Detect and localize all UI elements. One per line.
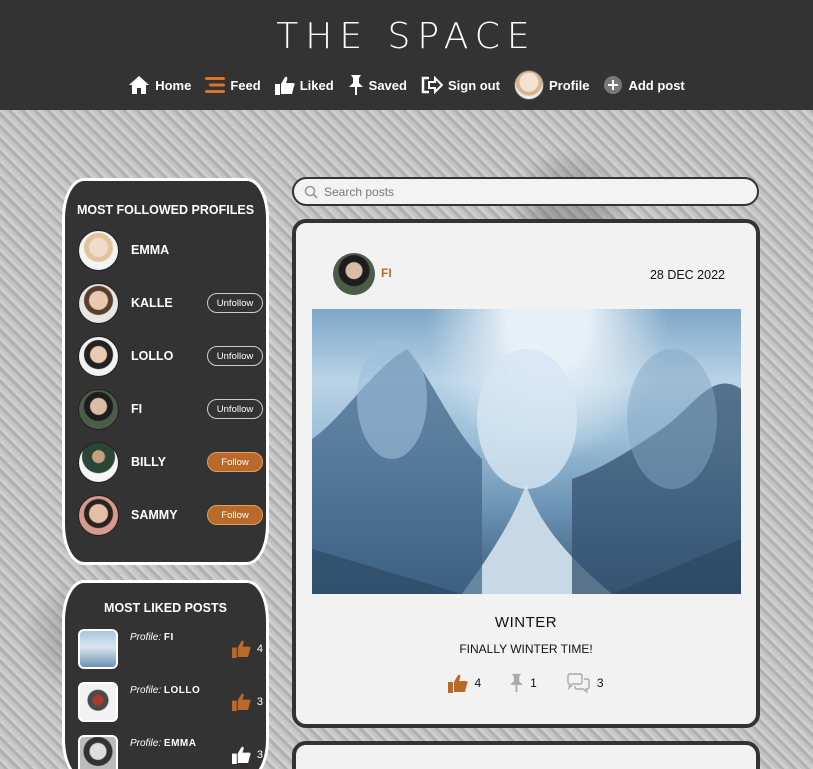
profile-name: EMMA [131, 243, 170, 257]
thumbs-up-icon [448, 674, 469, 693]
pin-icon [510, 673, 524, 693]
profile-name: FI [131, 402, 143, 416]
nav-home-label: Home [155, 77, 192, 93]
post-thumbnail [78, 629, 118, 669]
post-card: FI 28 DEC 2022 WINTER FINALLY WINTER TIM… [292, 219, 760, 728]
post-author-name: FI [381, 266, 392, 280]
post-date: 28 DEC 2022 [649, 268, 725, 282]
comment-icon [567, 673, 590, 693]
liked-post-likes: 3 [231, 693, 263, 711]
next-post-card [292, 741, 760, 769]
thumbs-up-icon [231, 746, 251, 764]
profile-prefix: Profile: [130, 632, 162, 643]
comment-button[interactable]: 3 [565, 673, 604, 693]
avatar [78, 229, 119, 271]
like-count: 4 [256, 643, 263, 655]
liked-post-profile: Profile: EMMA [130, 738, 220, 749]
like-count: 3 [256, 696, 263, 708]
most-followed-title: MOST FOLLOWED PROFILES [76, 203, 255, 217]
post-title: WINTER [494, 614, 558, 631]
avatar [78, 282, 119, 324]
feed-icon [205, 77, 226, 93]
liked-post-author: LOLLO [163, 685, 201, 696]
liked-post-author: FI [163, 632, 174, 643]
nav-saved-label: Saved [368, 77, 407, 93]
nav-liked-label: Liked [299, 77, 334, 93]
nav-signout[interactable]: Sign out [421, 76, 500, 94]
liked-post-row[interactable]: Profile: LOLLO 3 [78, 681, 263, 723]
profile-prefix: Profile: [130, 738, 162, 749]
profile-name: SAMMY [131, 508, 178, 522]
liked-post-profile: Profile: FI [130, 632, 220, 643]
nav-add-post[interactable]: Add post [603, 75, 685, 95]
search-icon [304, 185, 318, 199]
main-nav: Home Feed Liked Saved Sign out Profile A… [0, 70, 813, 100]
thumbs-up-icon [274, 76, 295, 95]
unfollow-button[interactable]: Unfollow [207, 399, 263, 419]
post-thumbnail [78, 735, 118, 769]
unfollow-button[interactable]: Unfollow [207, 293, 263, 313]
thumbs-up-icon [231, 693, 251, 711]
header: THE SPACE Home Feed Liked Saved Sign out… [0, 0, 813, 110]
followed-profile-row[interactable]: SAMMY Follow [78, 493, 263, 537]
nav-saved[interactable]: Saved [348, 74, 407, 96]
pin-icon [348, 75, 363, 95]
like-count: 3 [256, 749, 263, 761]
liked-post-likes: 3 [231, 746, 263, 764]
search-bar [292, 177, 759, 206]
profile-name: KALLE [131, 296, 173, 310]
nav-signout-label: Sign out [447, 77, 500, 93]
post-image [312, 309, 741, 594]
author-avatar [333, 253, 375, 295]
followed-profile-row[interactable]: EMMA [78, 228, 263, 272]
post-stats: 4 1 3 [296, 673, 756, 693]
liked-post-likes: 4 [231, 640, 263, 658]
avatar [78, 388, 119, 430]
most-liked-card: MOST LIKED POSTS Profile: FI 4 Profile: … [62, 580, 269, 769]
followed-profile-row[interactable]: FI Unfollow [78, 387, 263, 431]
nav-profile[interactable]: Profile [513, 70, 590, 100]
nav-profile-label: Profile [548, 77, 590, 93]
save-button[interactable]: 1 [509, 673, 537, 693]
thumbs-up-icon [231, 640, 251, 658]
follow-button[interactable]: Follow [207, 452, 263, 472]
nav-add-post-label: Add post [628, 77, 685, 93]
avatar [78, 494, 119, 536]
plus-circle-icon [604, 76, 623, 94]
home-icon [129, 76, 150, 94]
followed-profile-row[interactable]: KALLE Unfollow [78, 281, 263, 325]
followed-profile-row[interactable]: LOLLO Unfollow [78, 334, 263, 378]
profile-prefix: Profile: [130, 685, 162, 696]
post-body: FINALLY WINTER TIME! [459, 642, 593, 656]
sign-out-icon [421, 76, 443, 94]
nav-liked[interactable]: Liked [274, 76, 334, 95]
post-thumbnail [78, 682, 118, 722]
unfollow-button[interactable]: Unfollow [207, 346, 263, 366]
follow-button[interactable]: Follow [207, 505, 263, 525]
liked-post-row[interactable]: Profile: EMMA 3 [78, 734, 263, 769]
nav-home[interactable]: Home [128, 75, 191, 95]
profile-name: BILLY [131, 455, 166, 469]
followed-profile-row[interactable]: BILLY Follow [78, 440, 263, 484]
profile-name: LOLLO [131, 349, 174, 363]
winter-landscape-image [312, 339, 741, 594]
liked-post-author: EMMA [163, 738, 197, 749]
liked-post-profile: Profile: LOLLO [130, 685, 220, 696]
like-button[interactable]: 4 [448, 674, 481, 693]
site-logo[interactable]: THE SPACE [0, 16, 813, 57]
comment-count: 3 [596, 676, 604, 690]
post-author[interactable]: FI [333, 253, 392, 295]
search-input[interactable] [324, 184, 724, 199]
nav-feed[interactable]: Feed [205, 76, 261, 94]
avatar [78, 441, 119, 483]
like-count: 4 [474, 676, 482, 690]
user-avatar [513, 70, 544, 100]
nav-feed-label: Feed [230, 77, 261, 93]
most-liked-title: MOST LIKED POSTS [104, 601, 227, 615]
avatar [78, 335, 119, 377]
liked-post-row[interactable]: Profile: FI 4 [78, 628, 263, 670]
most-followed-card: MOST FOLLOWED PROFILES EMMA KALLE Unfoll… [62, 178, 269, 565]
save-count: 1 [530, 676, 537, 690]
